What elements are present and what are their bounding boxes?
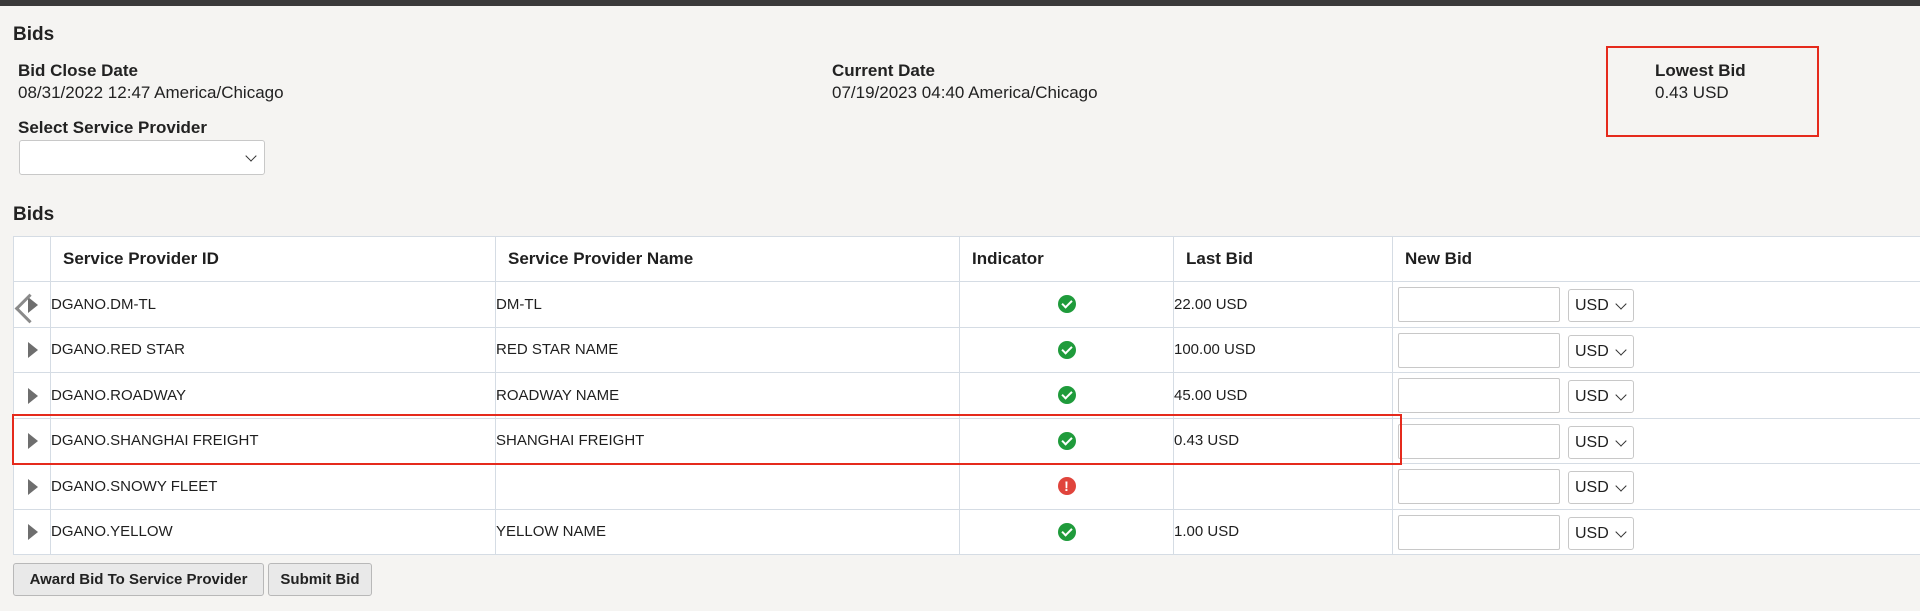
service-provider-select[interactable] <box>19 140 265 175</box>
indicator-cell <box>959 508 1174 555</box>
new-bid-cell: USD <box>1392 508 1920 555</box>
indicator-cell: ! <box>959 463 1174 510</box>
indicator-cell <box>959 281 1174 328</box>
indicator-cell <box>959 372 1174 419</box>
new-bid-input[interactable] <box>1398 378 1560 414</box>
check-circle-icon <box>1057 386 1076 405</box>
service-provider-id: DGANO.SNOWY FLEET <box>50 463 496 510</box>
service-provider-name: ROADWAY NAME <box>495 372 960 419</box>
expand-column-header <box>13 236 51 282</box>
currency-select-value: USD <box>1575 479 1609 497</box>
service-provider-id: DGANO.RED STAR <box>50 326 496 373</box>
exclamation-circle-icon: ! <box>1057 477 1076 496</box>
check-circle-icon <box>1057 295 1076 314</box>
service-provider-id: DGANO.YELLOW <box>50 508 496 555</box>
currency-select-value: USD <box>1575 524 1609 542</box>
chevron-down-icon <box>1615 344 1627 356</box>
currency-select[interactable]: USD <box>1568 289 1634 323</box>
new-bid-input[interactable] <box>1398 287 1560 323</box>
shanghai-freight-row-highlight <box>12 414 1402 465</box>
new-bid-input[interactable] <box>1398 423 1560 459</box>
service-provider-name: RED STAR NAME <box>495 326 960 373</box>
currency-select[interactable]: USD <box>1568 380 1634 414</box>
expand-cell[interactable] <box>13 508 51 555</box>
new-bid-input[interactable] <box>1398 514 1560 550</box>
column-header-last-bid[interactable]: Last Bid <box>1173 236 1393 282</box>
expand-cell[interactable] <box>13 463 51 510</box>
table-header-row: Service Provider ID Service Provider Nam… <box>13 236 1920 282</box>
new-bid-cell: USD <box>1392 417 1920 464</box>
table-row[interactable]: DGANO.YELLOW YELLOW NAME 1.00 USD USD <box>13 508 1920 555</box>
service-provider-name: DM-TL <box>495 281 960 328</box>
column-header-new-bid[interactable]: New Bid <box>1392 236 1920 282</box>
chevron-down-icon <box>1615 480 1627 492</box>
column-header-service-provider-id[interactable]: Service Provider ID <box>50 236 496 282</box>
currency-select[interactable]: USD <box>1568 425 1634 459</box>
chevron-down-icon <box>1615 526 1627 538</box>
submit-bid-button[interactable]: Submit Bid <box>268 563 372 596</box>
expand-cell[interactable] <box>13 372 51 419</box>
chevron-down-icon <box>245 150 257 162</box>
column-header-service-provider-name[interactable]: Service Provider Name <box>495 236 960 282</box>
check-circle-icon <box>1057 340 1076 359</box>
column-header-indicator[interactable]: Indicator <box>959 236 1174 282</box>
check-circle-icon <box>1057 522 1076 541</box>
bids-table: Service Provider ID Service Provider Nam… <box>13 236 1920 555</box>
table-row[interactable]: DGANO.DM-TL DM-TL 22.00 USD USD <box>13 281 1920 328</box>
table-row[interactable]: DGANO.SNOWY FLEET ! USD <box>13 463 1920 510</box>
new-bid-input[interactable] <box>1398 332 1560 368</box>
new-bid-cell: USD <box>1392 463 1920 510</box>
last-bid: 1.00 USD <box>1173 508 1393 555</box>
triangle-right-icon[interactable] <box>28 478 38 495</box>
bid-close-date-label: Bid Close Date <box>18 61 138 80</box>
lowest-bid-label: Lowest Bid <box>1655 61 1746 80</box>
new-bid-cell: USD <box>1392 326 1920 373</box>
last-bid: 22.00 USD <box>1173 281 1393 328</box>
indicator-cell <box>959 326 1174 373</box>
service-provider-id: DGANO.DM-TL <box>50 281 496 328</box>
currency-select[interactable]: USD <box>1568 516 1634 550</box>
current-date-label: Current Date <box>832 61 935 80</box>
last-bid <box>1173 463 1393 510</box>
service-provider-name <box>495 463 960 510</box>
currency-select-value: USD <box>1575 433 1609 451</box>
current-date-value: 07/19/2023 04:40 America/Chicago <box>832 83 1098 102</box>
new-bid-cell: USD <box>1392 372 1920 419</box>
triangle-right-icon[interactable] <box>28 387 38 404</box>
last-bid: 45.00 USD <box>1173 372 1393 419</box>
award-bid-button[interactable]: Award Bid To Service Provider <box>13 563 264 596</box>
section-title: Bids <box>13 24 55 45</box>
chevron-down-icon <box>1615 435 1627 447</box>
currency-select-value: USD <box>1575 297 1609 315</box>
service-provider-name: YELLOW NAME <box>495 508 960 555</box>
table-row[interactable]: DGANO.RED STAR RED STAR NAME 100.00 USD … <box>13 326 1920 373</box>
table-row[interactable]: DGANO.ROADWAY ROADWAY NAME 45.00 USD USD <box>13 372 1920 419</box>
top-bar <box>0 0 1920 6</box>
bid-close-date-value: 08/31/2022 12:47 America/Chicago <box>18 83 284 102</box>
lowest-bid-value: 0.43 USD <box>1655 83 1729 102</box>
expand-cell[interactable] <box>13 326 51 373</box>
select-service-provider-label: Select Service Provider <box>18 118 208 137</box>
chevron-down-icon <box>1615 298 1627 310</box>
currency-select-value: USD <box>1575 342 1609 360</box>
bids-table-title: Bids <box>13 204 55 225</box>
new-bid-cell: USD <box>1392 281 1920 328</box>
service-provider-id: DGANO.ROADWAY <box>50 372 496 419</box>
new-bid-input[interactable] <box>1398 469 1560 505</box>
triangle-right-icon[interactable] <box>28 342 38 359</box>
triangle-right-icon[interactable] <box>28 524 38 541</box>
last-bid: 100.00 USD <box>1173 326 1393 373</box>
currency-select[interactable]: USD <box>1568 471 1634 505</box>
chevron-down-icon <box>1615 389 1627 401</box>
currency-select[interactable]: USD <box>1568 334 1634 368</box>
currency-select-value: USD <box>1575 388 1609 406</box>
